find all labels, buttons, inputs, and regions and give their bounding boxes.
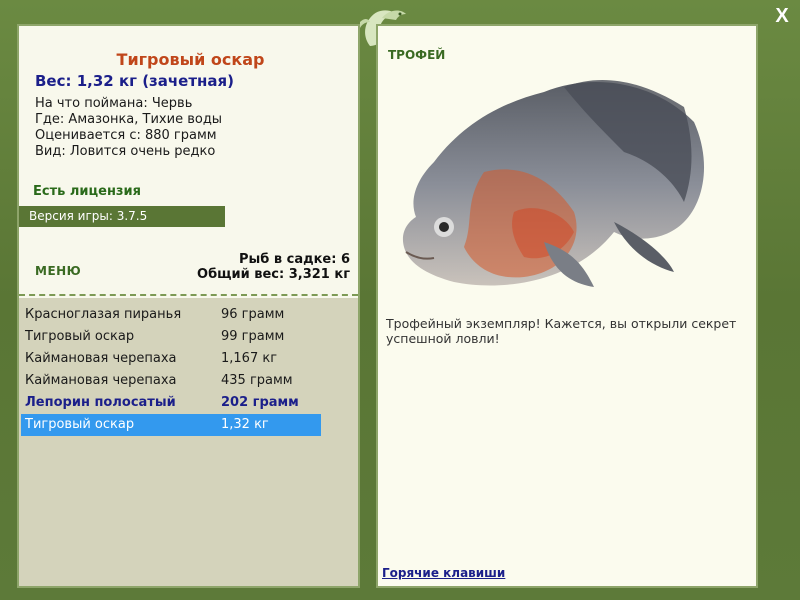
list-item[interactable]: Каймановая черепаха 1,167 кг: [21, 348, 321, 370]
fish-name: Тигровый оскар: [116, 50, 265, 69]
fish-rarity: Вид: Ловится очень редко: [35, 144, 216, 159]
list-item-weight: 1,32 кг: [221, 417, 269, 432]
list-item-name: Каймановая черепаха: [25, 351, 177, 366]
list-item-name: Каймановая черепаха: [25, 373, 177, 388]
list-item[interactable]: Каймановая черепаха 435 грамм: [21, 370, 321, 392]
trophy-description: Трофейный экземпляр! Кажется, вы открыли…: [386, 316, 737, 346]
list-item-weight: 96 грамм: [221, 307, 285, 322]
list-item[interactable]: Лепорин полосатый 202 грамм: [21, 392, 321, 414]
close-button[interactable]: X: [768, 4, 796, 28]
license-status: Есть лицензия: [33, 184, 141, 199]
fish-location: Где: Амазонка, Тихие воды: [35, 112, 223, 127]
fish-value: Оценивается с: 880 грамм: [35, 128, 217, 143]
list-item-name: Красноглазая пиранья: [25, 307, 182, 322]
list-item-name: Тигровый оскар: [25, 329, 135, 344]
list-item-weight: 435 грамм: [221, 373, 293, 388]
game-version: Версия игры: 3.7.5: [19, 206, 225, 227]
fish-bait: На что поймана: Червь: [35, 96, 193, 111]
catch-list: Красноглазая пиранья 96 грамм Тигровый о…: [21, 304, 321, 436]
list-item-weight: 202 грамм: [221, 395, 299, 410]
list-item[interactable]: Красноглазая пиранья 96 грамм: [21, 304, 321, 326]
cage-count: Рыб в садке: 6: [238, 252, 350, 267]
list-item[interactable]: Тигровый оскар 99 грамм: [21, 326, 321, 348]
menu-button[interactable]: МЕНЮ: [35, 264, 81, 278]
hotkeys-link[interactable]: Горячие клавиши: [382, 566, 505, 580]
list-item-weight: 99 грамм: [221, 329, 285, 344]
list-item-name: Лепорин полосатый: [25, 395, 176, 410]
cage-total-weight: Общий вес: 3,321 кг: [197, 267, 350, 282]
trophy-panel: ТРОФЕЙ Трофейный экземпляр! Кажется, вы …: [376, 24, 758, 588]
fish-weight: Вес: 1,32 кг (зачетная): [35, 72, 235, 90]
fish-info-panel: Тигровый оскар Вес: 1,32 кг (зачетная) Н…: [17, 24, 360, 588]
divider: [19, 294, 358, 296]
tiger-oscar-fish-image: [402, 79, 705, 287]
list-item-selected[interactable]: Тигровый оскар 1,32 кг: [21, 414, 321, 436]
list-item-name: Тигровый оскар: [25, 417, 135, 432]
list-item-weight: 1,167 кг: [221, 351, 278, 366]
